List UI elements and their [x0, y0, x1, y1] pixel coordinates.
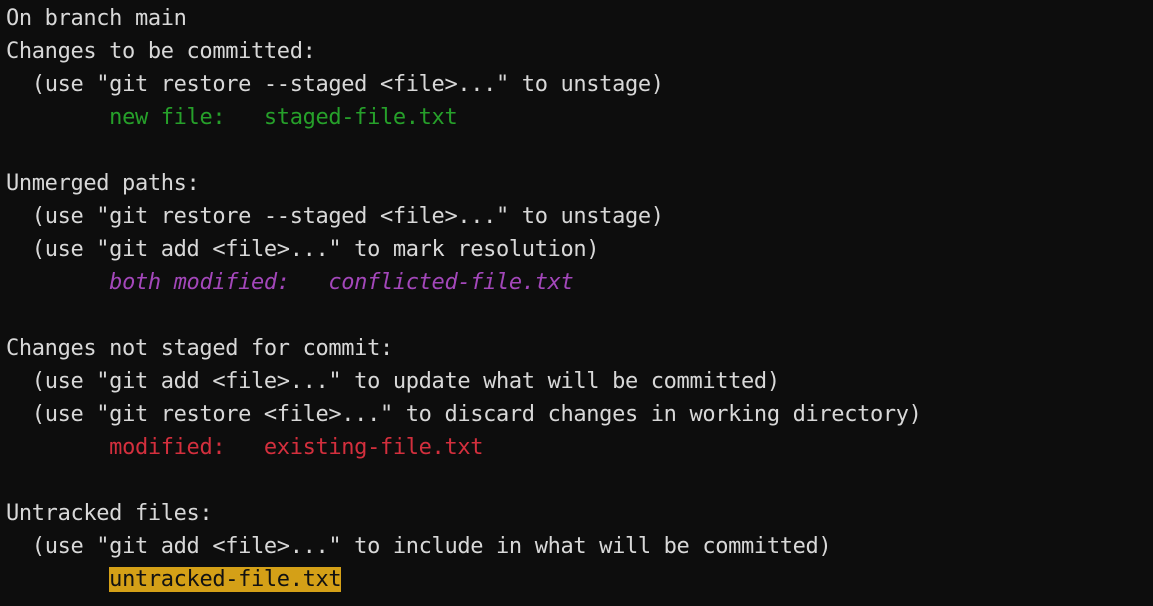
terminal-line-spacer-3: [6, 464, 1153, 497]
terminal-line-staged-hint-1: (use "git restore --staged <file>..." to…: [6, 68, 1153, 101]
terminal-line-indent: [6, 534, 32, 559]
terminal-line-text: On branch main: [6, 6, 187, 31]
terminal-line-staged-header: Changes to be committed:: [6, 35, 1153, 68]
terminal-line-unmerged-header: Unmerged paths:: [6, 167, 1153, 200]
terminal-line-text: (use "git restore <file>..." to discard …: [31, 402, 922, 427]
terminal-line-text: both modified: conflicted-file.txt: [109, 270, 574, 295]
terminal-line-text: untracked-file.txt: [109, 567, 342, 592]
terminal-line-unmerged-hint-2: (use "git add <file>..." to mark resolut…: [6, 233, 1153, 266]
terminal-line-untracked-entry-1: untracked-file.txt: [6, 563, 1153, 596]
terminal-line-unstaged-hint-1: (use "git add <file>..." to update what …: [6, 365, 1153, 398]
terminal-line-indent: [6, 369, 32, 394]
terminal-line-text: (use "git add <file>..." to update what …: [31, 369, 780, 394]
terminal-line-text: Changes not staged for commit:: [6, 336, 393, 361]
terminal-line-text: (use "git add <file>..." to mark resolut…: [31, 237, 600, 262]
terminal-line-text: new file: staged-file.txt: [109, 105, 458, 130]
terminal-line-unstaged-entry-1: modified: existing-file.txt: [6, 431, 1153, 464]
terminal-line-indent: [6, 105, 109, 130]
terminal-line-indent: [6, 270, 109, 295]
terminal-line-text: (use "git restore --staged <file>..." to…: [31, 72, 664, 97]
terminal-line-text: Unmerged paths:: [6, 171, 200, 196]
terminal-line-branch: On branch main: [6, 2, 1153, 35]
terminal-line-indent: [6, 567, 109, 592]
terminal-line-text: Untracked files:: [6, 501, 213, 526]
terminal-line-untracked-header: Untracked files:: [6, 497, 1153, 530]
terminal-line-unstaged-header: Changes not staged for commit:: [6, 332, 1153, 365]
terminal-line-spacer-1: [6, 134, 1153, 167]
terminal-line-untracked-hint-1: (use "git add <file>..." to include in w…: [6, 530, 1153, 563]
terminal-line-text: (use "git restore --staged <file>..." to…: [31, 204, 664, 229]
terminal-line-text: modified: existing-file.txt: [109, 435, 484, 460]
terminal-output[interactable]: On branch main Changes to be committed: (…: [0, 0, 1153, 606]
terminal-line-text: Changes to be committed:: [6, 39, 316, 64]
terminal-line-text: (use "git add <file>..." to include in w…: [31, 534, 832, 559]
terminal-line-staged-entry-1: new file: staged-file.txt: [6, 101, 1153, 134]
terminal-line-indent: [6, 435, 109, 460]
terminal-line-unmerged-hint-1: (use "git restore --staged <file>..." to…: [6, 200, 1153, 233]
terminal-line-unmerged-entry-1: both modified: conflicted-file.txt: [6, 266, 1153, 299]
terminal-line-indent: [6, 402, 32, 427]
terminal-line-indent: [6, 72, 32, 97]
terminal-line-spacer-2: [6, 299, 1153, 332]
terminal-line-unstaged-hint-2: (use "git restore <file>..." to discard …: [6, 398, 1153, 431]
terminal-line-indent: [6, 237, 32, 262]
terminal-line-indent: [6, 204, 32, 229]
